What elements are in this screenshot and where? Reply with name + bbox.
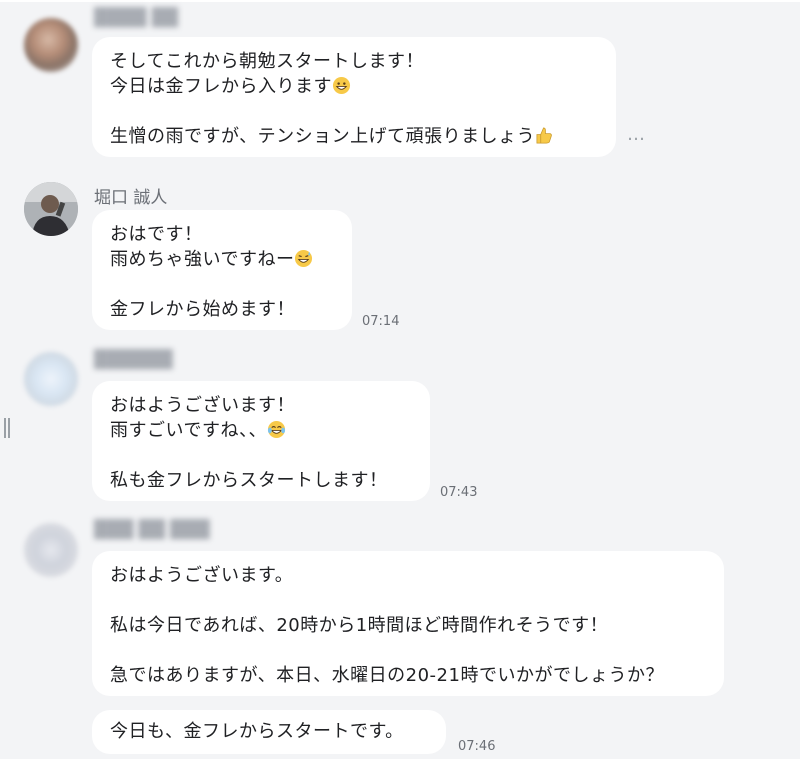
message-bubble[interactable]: おはようございます。 私は今日であれば、20時から1時間ほど時間作れそうです！ …: [92, 551, 724, 696]
avatar[interactable]: [24, 523, 78, 577]
message-time: 07:43: [440, 485, 478, 500]
message-line: 今日は金フレから入ります: [110, 76, 332, 97]
message-bubble[interactable]: そしてこれから朝勉スタートします！ 今日は金フレから入ります 生憎の雨ですが、テ…: [92, 37, 616, 157]
thumbs-up-emoji: [536, 127, 552, 144]
more-options-icon[interactable]: …: [627, 124, 646, 145]
message-line: 今日も、金フレからスタートです。: [110, 721, 404, 742]
avatar[interactable]: [24, 182, 78, 236]
message-line: 雨めちゃ強いですねー: [110, 249, 295, 270]
resize-handle[interactable]: [4, 418, 12, 438]
message-bubble[interactable]: 今日も、金フレからスタートです。: [92, 710, 446, 754]
message-line: 急ではありますが、本日、水曜日の20-21時でいかがでしょうか？: [110, 665, 664, 686]
message-line: 雨すごいですね、、: [110, 420, 267, 441]
avatar[interactable]: [24, 352, 78, 406]
message-line: 私も金フレからスタートします！: [110, 470, 388, 491]
grinning-face-emoji: [332, 76, 351, 95]
avatar[interactable]: [24, 18, 78, 72]
message-line: おはです！: [110, 224, 203, 245]
message-line: 金フレから始めます！: [110, 299, 295, 320]
message-time: 07:14: [362, 314, 400, 329]
message-time: 07:46: [458, 739, 496, 754]
message-line: 生憎の雨ですが、テンション上げて頑張りましょう: [110, 126, 536, 147]
sender-name-blurred: ████ ██: [94, 8, 178, 28]
grinning-sweat-emoji: [295, 249, 313, 268]
sender-name-blurred: ██████: [94, 350, 173, 370]
message-line: おはようございます。: [110, 565, 294, 586]
tears-of-joy-emoji: [267, 420, 286, 439]
sender-name: 堀口 誠人: [94, 188, 168, 208]
message-bubble[interactable]: おはようございます！ 雨すごいですね、、 私も金フレからスタートします！: [92, 381, 430, 501]
top-edge: [0, 0, 800, 2]
message-line: そしてこれから朝勉スタートします！: [110, 51, 424, 72]
message-line: 私は今日であれば、20時から1時間ほど時間作れそうです！: [110, 615, 609, 636]
profile-photo-icon: [24, 182, 78, 236]
message-bubble[interactable]: おはです！ 雨めちゃ強いですねー 金フレから始めます！: [92, 210, 352, 330]
sender-name-blurred: ███ ██ ███: [94, 520, 210, 540]
message-line: おはようございます！: [110, 395, 295, 416]
